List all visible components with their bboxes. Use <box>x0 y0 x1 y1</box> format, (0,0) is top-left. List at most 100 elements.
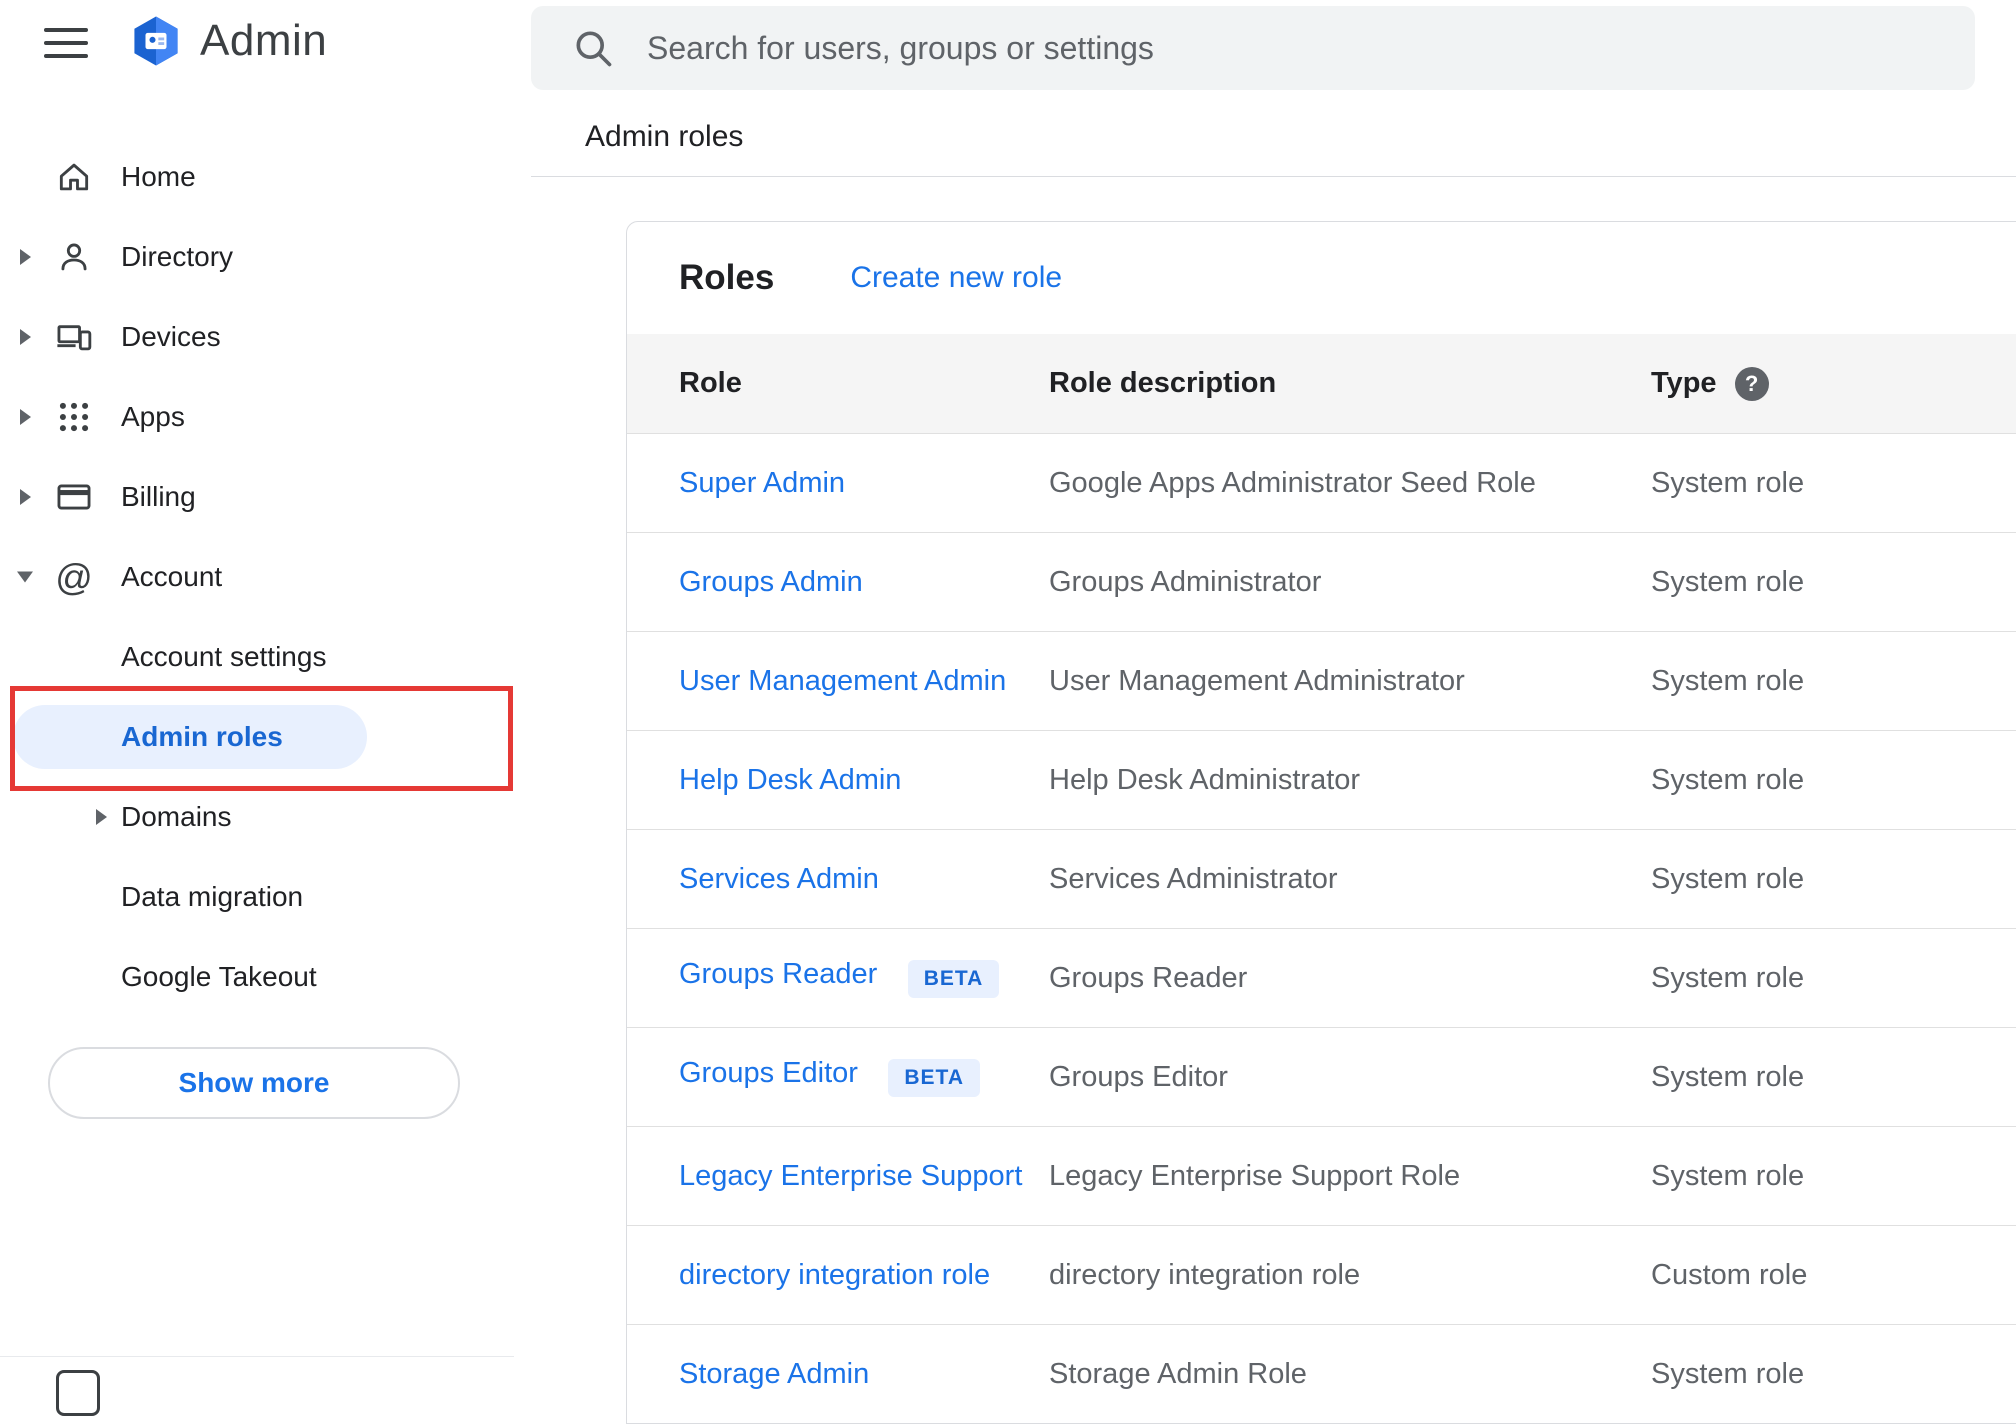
column-header-description: Role description <box>1049 367 1277 399</box>
expand-right-icon <box>20 329 31 345</box>
sidebar-item-label: Directory <box>121 241 234 272</box>
search-input[interactable] <box>645 28 1975 68</box>
roles-card: Roles Create new role Role Role descript… <box>626 221 2016 1424</box>
role-type: System role <box>1651 1060 1805 1093</box>
devices-icon <box>54 317 94 357</box>
role-description: Storage Admin Role <box>1049 1357 1307 1390</box>
sidebar-item-label: Apps <box>121 401 185 432</box>
home-icon <box>54 157 94 197</box>
expand-right-icon <box>20 409 31 425</box>
role-type: System role <box>1651 664 1805 697</box>
sidebar-item-devices[interactable]: Devices <box>0 297 514 377</box>
role-description: Groups Administrator <box>1049 565 1322 598</box>
sidebar-item-admin-roles[interactable]: Admin roles <box>0 697 514 777</box>
expand-down-icon <box>17 571 33 583</box>
sidebar-item-data-migration[interactable]: Data migration <box>0 857 514 937</box>
apps-grid-icon <box>54 397 94 437</box>
role-link[interactable]: Groups Reader <box>679 958 877 990</box>
table-row: Services Admin Services Administrator Sy… <box>627 829 2016 928</box>
sidebar-item-label: Account settings <box>121 641 327 672</box>
sidebar-nav: Home Directory Devices Apps Billing @ Ac… <box>0 137 514 1017</box>
role-description: Legacy Enterprise Support Role <box>1049 1159 1461 1192</box>
credit-card-icon <box>54 477 94 517</box>
sidebar-item-label: Data migration <box>121 881 304 912</box>
menu-icon[interactable] <box>44 27 90 59</box>
sidebar-item-label: Home <box>121 161 196 192</box>
sidebar-item-label: Account <box>121 561 223 592</box>
role-description: Services Administrator <box>1049 862 1338 895</box>
role-description: Google Apps Administrator Seed Role <box>1049 466 1536 499</box>
table-row: Groups Editor BETA Groups Editor System … <box>627 1027 2016 1126</box>
sidebar-item-home[interactable]: Home <box>0 137 514 217</box>
role-type: System role <box>1651 1357 1805 1390</box>
role-link[interactable]: Services Admin <box>679 863 879 895</box>
sidebar-divider <box>0 1356 514 1357</box>
role-link[interactable]: directory integration role <box>679 1259 990 1291</box>
table-row: Super Admin Google Apps Administrator Se… <box>627 433 2016 532</box>
role-link[interactable]: Super Admin <box>679 467 845 499</box>
at-sign-icon: @ <box>55 556 93 598</box>
sidebar-item-billing[interactable]: Billing <box>0 457 514 537</box>
role-type: System role <box>1651 565 1805 598</box>
help-icon[interactable]: ? <box>1734 366 1769 401</box>
role-description: Groups Reader <box>1049 961 1248 994</box>
role-type: System role <box>1651 862 1805 895</box>
admin-console-page: { "header": { "search_placeholder": "Sea… <box>0 0 2016 1424</box>
table-row: Groups Reader BETA Groups Reader System … <box>627 928 2016 1027</box>
role-description: Help Desk Administrator <box>1049 763 1361 796</box>
sidebar-item-account[interactable]: @ Account <box>0 537 514 617</box>
product-name: Admin <box>200 16 328 65</box>
role-link[interactable]: Help Desk Admin <box>679 764 901 796</box>
sidebar-bottom-icon <box>56 1370 100 1416</box>
sidebar-item-label: Domains <box>121 801 232 832</box>
expand-right-icon <box>20 489 31 505</box>
beta-badge: BETA <box>907 959 1000 998</box>
role-type: System role <box>1651 763 1805 796</box>
page-title: Roles <box>679 258 775 297</box>
role-link[interactable]: User Management Admin <box>679 665 1006 697</box>
role-type: System role <box>1651 961 1805 994</box>
sidebar-item-label: Admin roles <box>121 721 283 752</box>
table-row: directory integration role directory int… <box>627 1225 2016 1324</box>
beta-badge: BETA <box>888 1058 980 1097</box>
role-description: directory integration role <box>1049 1258 1361 1291</box>
table-header-row: Role Role description Type ? <box>627 334 2016 433</box>
sidebar-item-domains[interactable]: Domains <box>0 777 514 857</box>
show-more-button[interactable]: Show more <box>48 1047 460 1119</box>
person-icon <box>54 237 94 277</box>
sidebar-item-label: Billing <box>121 481 196 512</box>
content-divider <box>531 176 2016 177</box>
role-link[interactable]: Legacy Enterprise Support <box>679 1160 1022 1192</box>
table-row: Legacy Enterprise Support Legacy Enterpr… <box>627 1126 2016 1225</box>
role-description: Groups Editor <box>1049 1060 1228 1093</box>
sidebar-item-apps[interactable]: Apps <box>0 377 514 457</box>
role-link[interactable]: Groups Admin <box>679 566 863 598</box>
sidebar-item-directory[interactable]: Directory <box>0 217 514 297</box>
role-type: System role <box>1651 1159 1805 1192</box>
admin-logo: Admin <box>128 13 327 69</box>
create-new-role-link[interactable]: Create new role <box>850 261 1062 295</box>
sidebar-item-label: Google Takeout <box>121 961 317 992</box>
sidebar-item-account-settings[interactable]: Account settings <box>0 617 514 697</box>
roles-card-header: Roles Create new role <box>627 222 2016 334</box>
table-row: User Management Admin User Management Ad… <box>627 631 2016 730</box>
search-icon <box>576 31 612 67</box>
table-row: Groups Admin Groups Administrator System… <box>627 532 2016 631</box>
sidebar-item-google-takeout[interactable]: Google Takeout <box>0 937 514 1017</box>
role-type: System role <box>1651 466 1805 499</box>
admin-hexagon-icon <box>134 16 178 66</box>
role-link[interactable]: Groups Editor <box>679 1057 858 1089</box>
column-header-role: Role <box>679 367 742 399</box>
column-header-type: Type <box>1651 367 1717 399</box>
role-type: Custom role <box>1651 1258 1808 1291</box>
sidebar-item-label: Devices <box>121 321 221 352</box>
expand-right-icon <box>20 249 31 265</box>
role-description: User Management Administrator <box>1049 664 1465 697</box>
search-bar[interactable] <box>531 6 1975 90</box>
table-row: Help Desk Admin Help Desk Administrator … <box>627 730 2016 829</box>
sidebar: Admin Home Directory Devices Apps Billin… <box>0 0 514 1416</box>
table-row: Storage Admin Storage Admin Role System … <box>627 1324 2016 1423</box>
breadcrumb: Admin roles <box>585 120 744 153</box>
role-link[interactable]: Storage Admin <box>679 1358 869 1390</box>
expand-right-icon <box>96 809 107 825</box>
